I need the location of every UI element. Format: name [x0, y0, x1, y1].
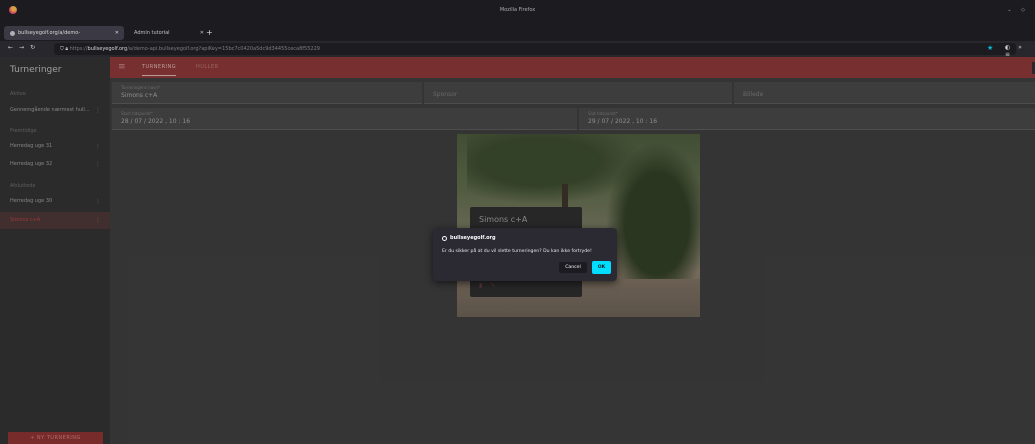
- dialog-message: Er du sikker på at du vil slette turneri…: [442, 249, 592, 254]
- confirm-dialog: bullseyegolf.org Er du sikker på at du v…: [433, 228, 617, 281]
- cancel-button[interactable]: Cancel: [559, 262, 587, 273]
- modal-overlay: [0, 0, 1035, 444]
- dialog-origin: bullseyegolf.org: [442, 235, 496, 241]
- dialog-origin-text: bullseyegolf.org: [450, 235, 496, 241]
- ok-button[interactable]: OK: [592, 261, 611, 274]
- globe-icon: [442, 235, 447, 241]
